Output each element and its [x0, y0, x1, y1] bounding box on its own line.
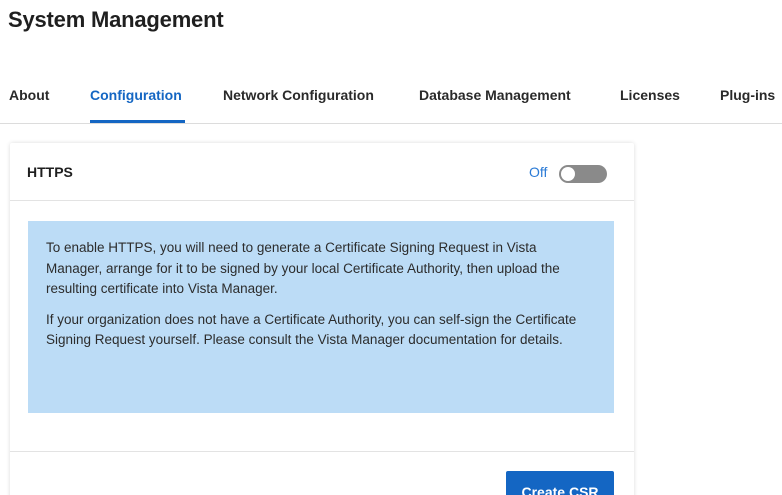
https-toggle-label: Off [529, 164, 548, 180]
https-card: HTTPS Off To enable HTTPS, you will need… [10, 143, 634, 495]
tab-plug-ins[interactable]: Plug-ins [720, 87, 775, 103]
system-management-page: System Management About Configuration Ne… [0, 0, 782, 495]
https-info-box: To enable HTTPS, you will need to genera… [28, 221, 614, 413]
active-tab-indicator [90, 120, 185, 123]
toggle-knob [561, 167, 575, 181]
info-paragraph-1: To enable HTTPS, you will need to genera… [46, 240, 560, 296]
card-footer-divider [10, 451, 634, 452]
https-card-header: HTTPS Off [10, 143, 634, 201]
tab-about[interactable]: About [9, 87, 49, 103]
https-card-title: HTTPS [27, 164, 73, 180]
tab-configuration[interactable]: Configuration [90, 87, 182, 103]
tab-bar: About Configuration Network Configuratio… [0, 76, 782, 124]
tab-database-management[interactable]: Database Management [419, 87, 571, 103]
https-toggle[interactable] [559, 165, 607, 183]
tab-licenses[interactable]: Licenses [620, 87, 680, 103]
create-csr-button[interactable]: Create CSR [506, 471, 614, 495]
tab-network-configuration[interactable]: Network Configuration [223, 87, 374, 103]
page-title: System Management [8, 7, 224, 32]
info-paragraph-2: If your organization does not have a Cer… [46, 311, 577, 348]
